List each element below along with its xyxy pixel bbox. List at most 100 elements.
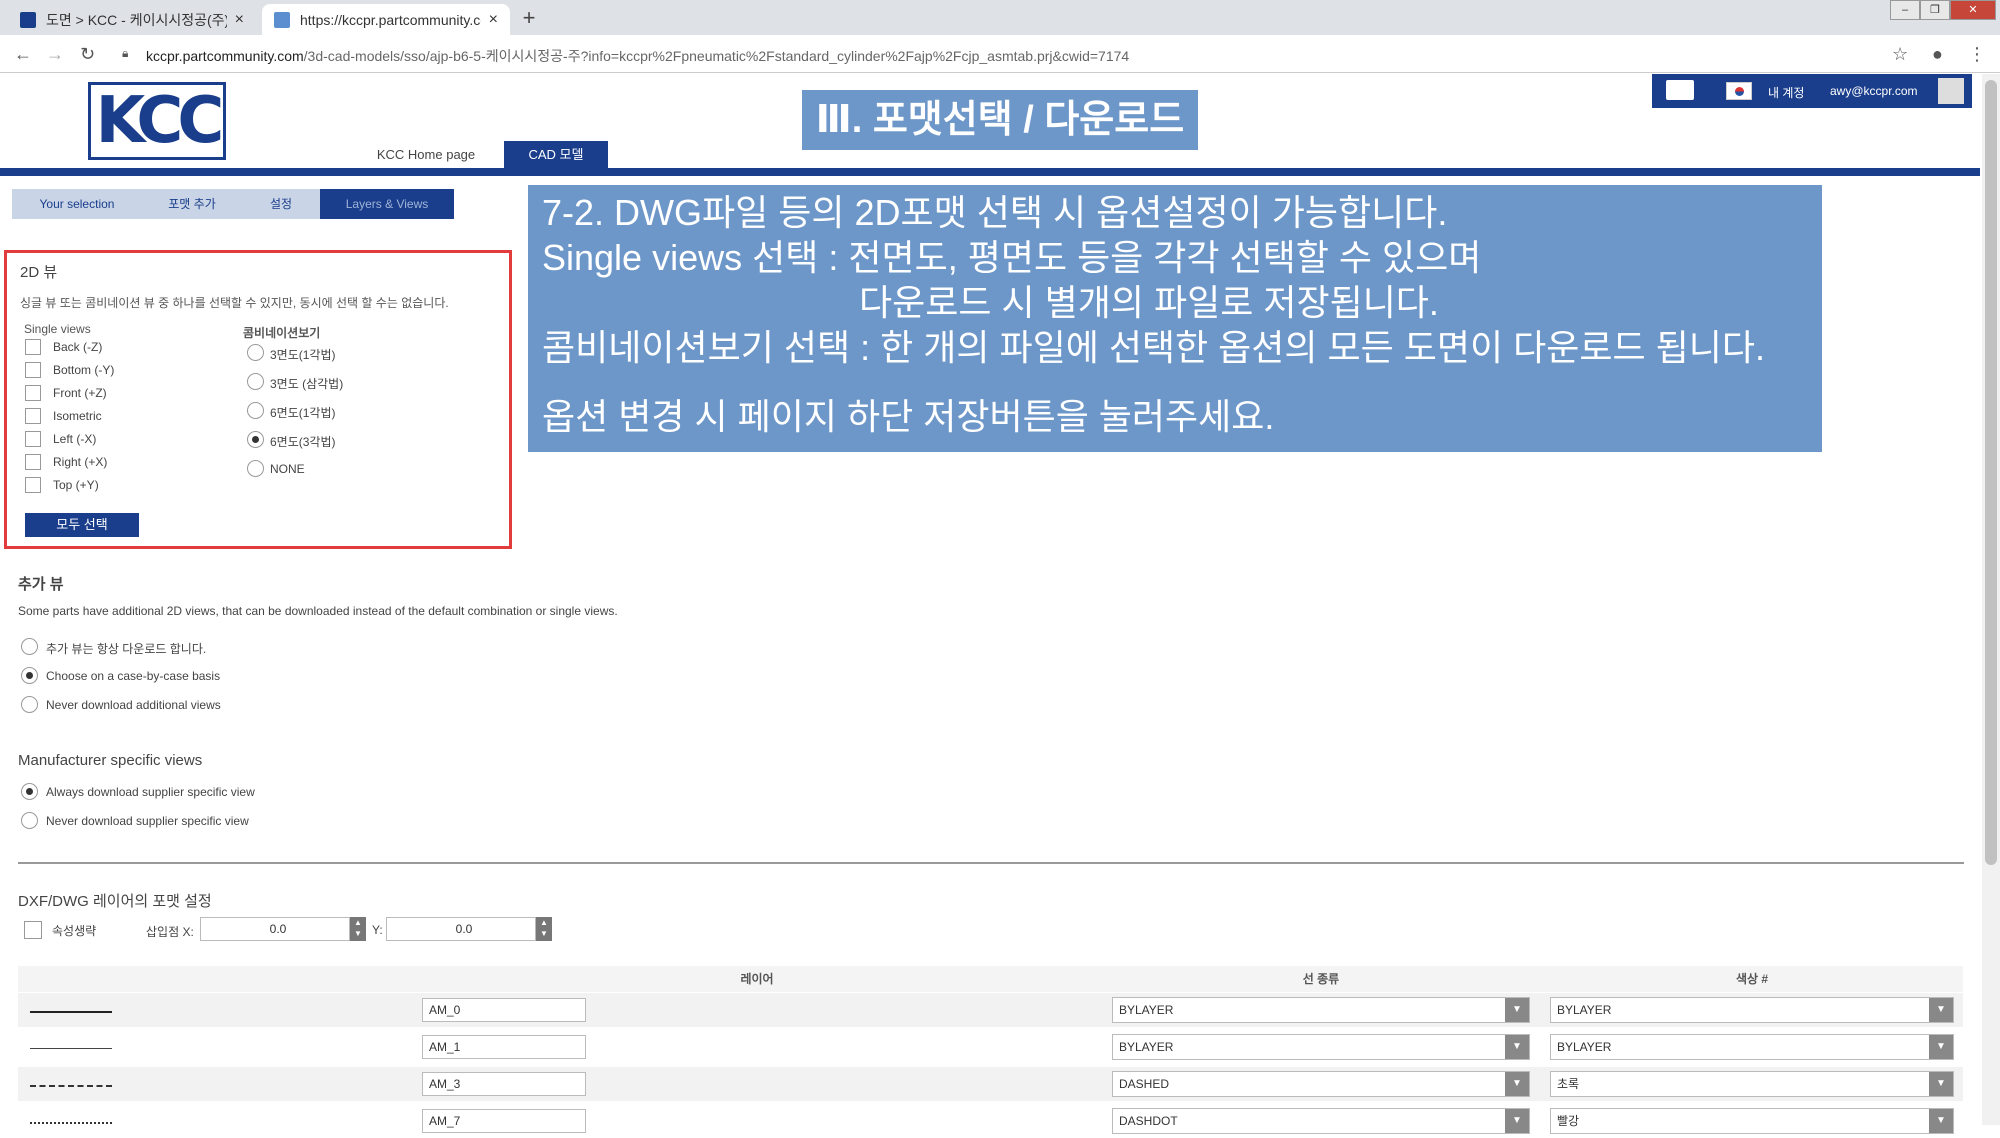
layer-name-input[interactable]: AM_0 xyxy=(422,998,586,1022)
my-account-link[interactable]: 내 계정 xyxy=(1768,84,1804,101)
tab-layers-views[interactable]: Layers & Views xyxy=(320,189,454,219)
instruction-line: 옵션 변경 시 페이지 하단 저장버튼을 눌러주세요. xyxy=(542,396,1275,437)
select-all-button[interactable]: 모두 선택 xyxy=(25,513,139,537)
kcc-logo[interactable]: KCC xyxy=(88,82,226,160)
mail-icon[interactable] xyxy=(1666,80,1694,100)
chevron-down-icon[interactable]: ▼ xyxy=(1929,998,1953,1022)
browser-tab-2[interactable]: https://kccpr.partcommunity.co × xyxy=(262,4,510,35)
2d-views-panel: 2D 뷰 싱글 뷰 또는 콤비네이션 뷰 중 하나를 선택할 수 있지만, 동시… xyxy=(4,250,512,549)
browser-tab-1[interactable]: 도면 > KCC - 케이시시정공(주) × xyxy=(8,4,256,35)
combo-view-label: NONE xyxy=(270,462,305,476)
extra-view-radio[interactable] xyxy=(21,638,38,655)
2d-views-description: 싱글 뷰 또는 콤비네이션 뷰 중 하나를 선택할 수 있지만, 동시에 선택 … xyxy=(20,296,449,310)
combo-view-label: 3면도 (삼각법) xyxy=(270,377,344,391)
linetype-select[interactable]: BYLAYER ▼ xyxy=(1112,1034,1530,1060)
layer-name-input[interactable]: AM_7 xyxy=(422,1109,586,1133)
combo-view-radio[interactable] xyxy=(247,431,264,448)
chevron-down-icon[interactable]: ▼ xyxy=(1505,1072,1529,1096)
layer-name-input[interactable]: AM_3 xyxy=(422,1072,586,1096)
profile-icon[interactable]: ● xyxy=(1932,44,1943,65)
tab-add-format[interactable]: 포맷 추가 xyxy=(142,189,242,219)
new-tab-button[interactable]: + xyxy=(516,5,542,31)
linetype-value: BYLAYER xyxy=(1119,1040,1174,1054)
single-view-checkbox[interactable] xyxy=(25,362,41,378)
instruction-line: Single views 선택 : 전면도, 평면도 등을 각각 선택할 수 있… xyxy=(542,237,1482,278)
combo-view-label: 6면도(1각법) xyxy=(270,406,336,420)
linetype-value: DASHDOT xyxy=(1119,1114,1178,1128)
forward-icon[interactable]: → xyxy=(46,44,64,65)
insert-y-input[interactable]: 0.0 xyxy=(386,917,536,941)
tab-settings[interactable]: 설정 xyxy=(242,189,320,219)
color-select[interactable]: BYLAYER ▼ xyxy=(1550,1034,1954,1060)
bookmark-star-icon[interactable]: ☆ xyxy=(1892,44,1908,65)
manufacturer-view-radio[interactable] xyxy=(21,812,38,829)
extra-view-radio[interactable] xyxy=(21,696,38,713)
account-email[interactable]: awy@kccpr.com xyxy=(1830,84,1918,98)
combo-view-radio[interactable] xyxy=(247,402,264,419)
x-spinner[interactable]: ▲ ▼ xyxy=(350,917,366,941)
linetype-select[interactable]: DASHDOT ▼ xyxy=(1112,1108,1530,1134)
nav-cad-model[interactable]: CAD 모델 xyxy=(504,141,608,169)
manufacturer-views-title: Manufacturer specific views xyxy=(18,752,203,769)
linetype-select[interactable]: BYLAYER ▼ xyxy=(1112,997,1530,1023)
manufacturer-view-radio[interactable] xyxy=(21,783,38,800)
header-layer: 레이어 xyxy=(740,972,774,986)
linetype-value: BYLAYER xyxy=(1119,1003,1174,1017)
back-icon[interactable]: ← xyxy=(14,44,32,65)
combo-view-radio[interactable] xyxy=(247,373,264,390)
attribute-omit-checkbox[interactable] xyxy=(24,921,42,939)
extra-views-description: Some parts have additional 2D views, tha… xyxy=(18,604,618,618)
extra-view-label: 추가 뷰는 항상 다운로드 합니다. xyxy=(46,642,207,656)
single-view-checkbox[interactable] xyxy=(25,339,41,355)
tab-your-selection[interactable]: Your selection xyxy=(12,189,142,219)
menu-icon[interactable]: ⋮ xyxy=(1968,44,1986,65)
close-tab-icon[interactable]: × xyxy=(235,11,244,29)
tab-title: 도면 > KCC - 케이시시정공(주) xyxy=(46,11,227,28)
line-sample xyxy=(30,1011,112,1013)
maximize-button[interactable]: ❐ xyxy=(1920,0,1950,20)
combo-view-radio[interactable] xyxy=(247,344,264,361)
insert-x-input[interactable]: 0.0 xyxy=(200,917,350,941)
single-view-label: Bottom (-Y) xyxy=(53,363,115,377)
chevron-down-icon[interactable]: ▼ xyxy=(1929,1072,1953,1096)
extra-view-label: Choose on a case-by-case basis xyxy=(46,669,221,683)
single-view-checkbox[interactable] xyxy=(25,477,41,493)
address-bar: ← → ↻ 🔒︎ kccpr.partcommunity.com/3d-cad-… xyxy=(0,35,2000,73)
reload-icon[interactable]: ↻ xyxy=(80,44,95,65)
color-select[interactable]: 빨강 ▼ xyxy=(1550,1108,1954,1134)
chevron-down-icon[interactable]: ▼ xyxy=(1505,1035,1529,1059)
single-view-checkbox[interactable] xyxy=(25,431,41,447)
chevron-down-icon[interactable]: ▼ xyxy=(1505,1109,1529,1133)
korea-flag-icon[interactable] xyxy=(1726,82,1752,100)
color-value: BYLAYER xyxy=(1557,1040,1612,1054)
single-view-label: Back (-Z) xyxy=(53,340,103,354)
single-view-checkbox[interactable] xyxy=(25,385,41,401)
y-spinner[interactable]: ▲ ▼ xyxy=(536,917,552,941)
color-select[interactable]: 초록 ▼ xyxy=(1550,1071,1954,1097)
insert-y-label: Y: xyxy=(372,923,383,937)
linetype-select[interactable]: DASHED ▼ xyxy=(1112,1071,1530,1097)
avatar[interactable] xyxy=(1938,78,1964,104)
linetype-value: DASHED xyxy=(1119,1077,1170,1091)
extra-view-label: Never download additional views xyxy=(46,698,221,712)
close-tab-icon[interactable]: × xyxy=(489,11,498,29)
scrollbar-thumb[interactable] xyxy=(1985,80,1997,865)
line-sample xyxy=(30,1048,112,1049)
extra-view-radio[interactable] xyxy=(21,667,38,684)
page-favicon-icon xyxy=(274,11,290,28)
single-view-label: Top (+Y) xyxy=(53,478,99,492)
nav-home[interactable]: KCC Home page xyxy=(366,141,486,169)
section-title-2d: 2D 뷰 xyxy=(20,264,58,281)
chevron-down-icon[interactable]: ▼ xyxy=(1929,1035,1953,1059)
combo-view-radio[interactable] xyxy=(247,460,264,477)
url-field[interactable]: kccpr.partcommunity.com/3d-cad-models/ss… xyxy=(146,46,1129,66)
single-view-checkbox[interactable] xyxy=(25,454,41,470)
color-select[interactable]: BYLAYER ▼ xyxy=(1550,997,1954,1023)
manufacturer-view-label: Always download supplier specific view xyxy=(46,785,255,799)
minimize-button[interactable]: – xyxy=(1890,0,1920,20)
chevron-down-icon[interactable]: ▼ xyxy=(1929,1109,1953,1133)
close-window-button[interactable]: ✕ xyxy=(1950,0,1996,20)
chevron-down-icon[interactable]: ▼ xyxy=(1505,998,1529,1022)
single-view-checkbox[interactable] xyxy=(25,408,41,424)
layer-name-input[interactable]: AM_1 xyxy=(422,1035,586,1059)
